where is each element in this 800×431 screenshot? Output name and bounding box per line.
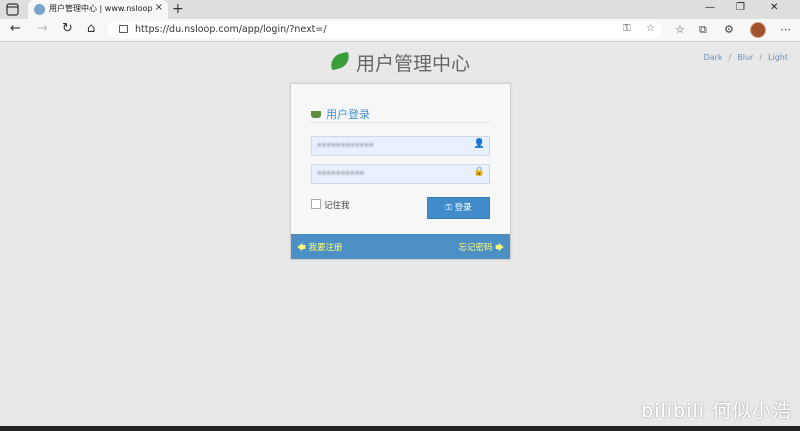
login-heading-text: 用户登录 [326, 108, 370, 121]
theme-separator: / [759, 53, 763, 62]
extensions-icon[interactable]: ⚙ [724, 23, 734, 36]
video-watermark: bilibili 何似小浩 [641, 400, 792, 422]
minimize-button[interactable]: — [705, 2, 715, 13]
arrow-left-icon: 🡄 [297, 243, 309, 253]
login-button-label: 登录 [454, 203, 472, 213]
url-text[interactable]: https://du.nsloop.com/app/login/?next=/ [135, 24, 327, 35]
tab-actions-icon[interactable] [6, 3, 19, 16]
tab-close-icon[interactable]: × [155, 2, 163, 13]
theme-light-link[interactable]: Light [768, 53, 788, 62]
username-field[interactable]: •••••••••••• 👤 [311, 136, 490, 156]
tab-title: 用户管理中心 | www.nsloop.com [49, 4, 153, 13]
brand-title: 用户管理中心 [356, 53, 471, 75]
favorites-icon[interactable]: ☆ [675, 23, 685, 36]
tab-bar: 用户管理中心 | www.nsloop.com × + — ❐ ✕ [0, 0, 800, 19]
forward-button[interactable]: → [37, 22, 48, 36]
password-value[interactable]: •••••••••• [317, 169, 364, 178]
close-window-button[interactable]: ✕ [770, 2, 778, 13]
login-card: 用户登录 •••••••••••• 👤 •••••••••• 🔒 记住我 ⚿ 登… [290, 83, 511, 260]
arrow-right-icon: 🡆 [492, 243, 504, 253]
password-field[interactable]: •••••••••• 🔒 [311, 164, 490, 184]
coffee-icon [311, 111, 321, 118]
site-favicon-icon [34, 4, 45, 15]
key-icon[interactable]: ⚿ [623, 23, 631, 34]
theme-separator: / [728, 53, 732, 62]
theme-switcher: Dark / Blur / Light [704, 53, 788, 62]
forgot-password-link[interactable]: 忘记密码 🡆 [459, 241, 505, 256]
user-icon: 👤 [473, 139, 485, 149]
favorite-star-icon[interactable]: ☆ [646, 23, 655, 34]
register-link-text[interactable]: 我要注册 [308, 243, 342, 253]
forgot-link-text[interactable]: 忘记密码 [459, 243, 493, 253]
divider [311, 122, 489, 123]
reload-button[interactable]: ↻ [62, 22, 73, 36]
key-icon: ⚿ [445, 203, 455, 213]
login-footer: 🡄 我要注册 忘记密码 🡆 [291, 234, 510, 259]
username-value[interactable]: •••••••••••• [317, 141, 374, 150]
login-heading: 用户登录 [311, 106, 370, 122]
back-button[interactable]: ← [10, 22, 21, 36]
new-tab-button[interactable]: + [172, 1, 184, 17]
theme-blur-link[interactable]: Blur [737, 53, 753, 62]
browser-tab[interactable]: 用户管理中心 | www.nsloop.com × [28, 0, 168, 19]
login-button[interactable]: ⚿ 登录 [427, 197, 490, 219]
address-toolbar: ← → ↻ ⌂ https://du.nsloop.com/app/login/… [0, 19, 800, 42]
collections-icon[interactable]: ⧉ [699, 23, 707, 37]
profile-avatar[interactable] [750, 22, 766, 38]
maximize-button[interactable]: ❐ [736, 2, 745, 13]
lock-icon [119, 25, 128, 33]
more-menu-icon[interactable]: ⋯ [780, 23, 791, 36]
remember-label: 记住我 [324, 201, 350, 211]
register-link[interactable]: 🡄 我要注册 [297, 241, 343, 256]
home-button[interactable]: ⌂ [87, 22, 95, 36]
remember-checkbox[interactable] [311, 199, 321, 209]
taskbar-edge [0, 426, 800, 431]
address-field[interactable]: https://du.nsloop.com/app/login/?next=/ … [108, 21, 662, 38]
theme-dark-link[interactable]: Dark [704, 53, 723, 62]
lock-icon: 🔒 [473, 167, 485, 177]
remember-me[interactable]: 记住我 [311, 199, 350, 211]
